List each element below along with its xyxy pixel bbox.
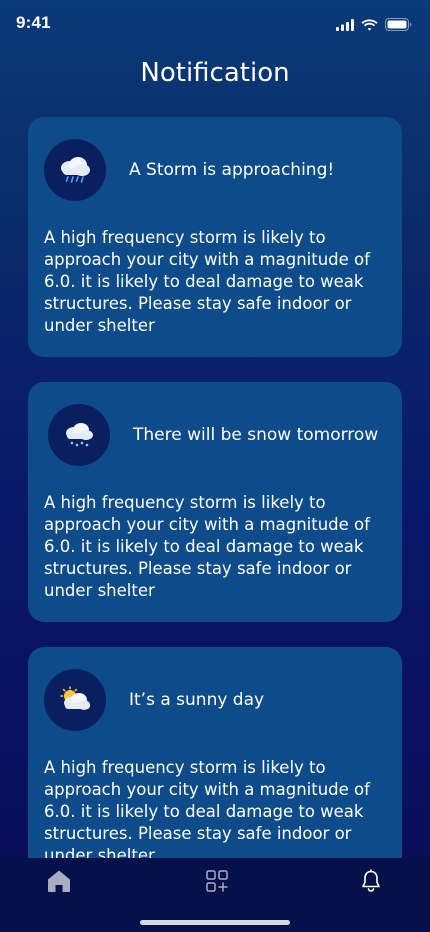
home-icon [46, 869, 72, 897]
notification-title: A Storm is approaching! [129, 160, 335, 180]
home-indicator [140, 920, 290, 925]
bell-icon [360, 869, 382, 897]
widgets-add-icon [205, 869, 229, 897]
page-title: Notification [140, 58, 290, 88]
notification-card[interactable]: A Storm is approaching! A high frequency… [28, 117, 402, 357]
nav-widgets[interactable] [199, 868, 235, 898]
storm-cloud-icon [44, 139, 106, 201]
notification-title: There will be snow tomorrow [133, 425, 379, 445]
notification-body: A high frequency storm is likely to appr… [44, 493, 370, 600]
status-icons [336, 16, 412, 35]
notification-card[interactable]: It’s a sunny day A high frequency storm … [28, 647, 402, 887]
wifi-icon [361, 16, 378, 35]
notification-body: A high frequency storm is likely to appr… [44, 758, 370, 865]
notification-title: It’s a sunny day [129, 690, 265, 710]
notification-card[interactable]: There will be snow tomorrow A high frequ… [28, 382, 402, 622]
battery-icon [385, 16, 412, 35]
status-time: 9:41 [16, 13, 51, 32]
status-bar: 9:41 [0, 0, 430, 48]
sun-cloud-icon [44, 669, 106, 731]
nav-notifications[interactable] [353, 868, 389, 898]
bottom-nav [0, 858, 430, 932]
notification-body: A high frequency storm is likely to appr… [44, 228, 370, 335]
nav-home[interactable] [41, 868, 77, 898]
snow-cloud-icon [48, 404, 110, 466]
cellular-signal-icon [336, 16, 354, 35]
